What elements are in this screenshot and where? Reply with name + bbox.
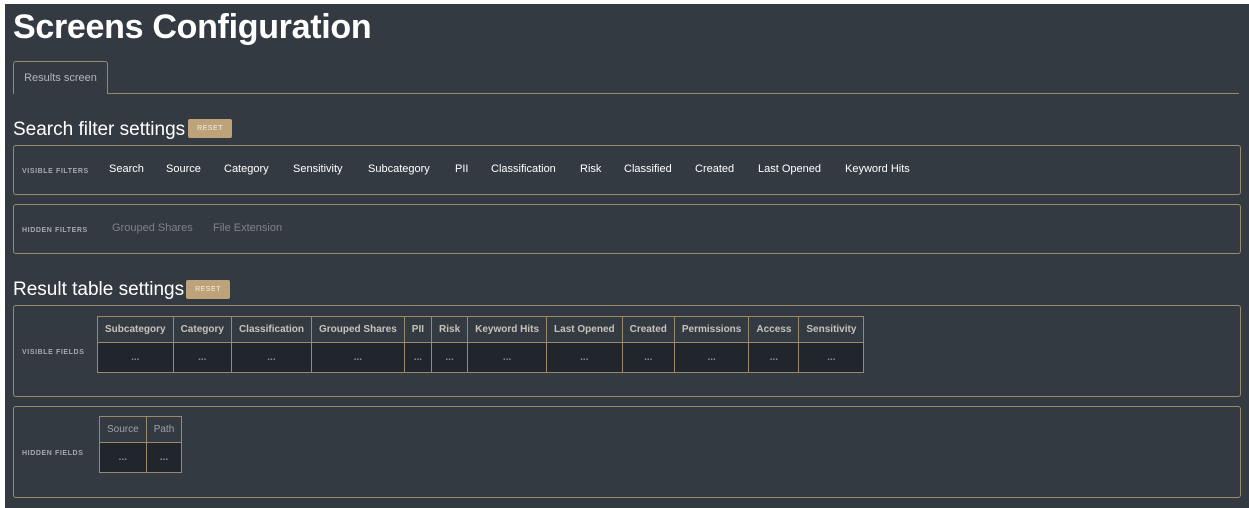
- preview-cell: ...: [748, 342, 800, 373]
- filter-classified[interactable]: Classified: [624, 163, 672, 175]
- visible-fields-preview-row: ... ... ... ... ... ... ... ... ... ... …: [97, 342, 865, 373]
- preview-cell: ...: [546, 342, 623, 373]
- tab-results-screen[interactable]: Results screen: [13, 61, 108, 95]
- result-table-reset-button[interactable]: RESET: [186, 280, 230, 299]
- filter-grouped-shares[interactable]: Grouped Shares: [112, 222, 193, 234]
- filter-sensitivity[interactable]: Sensitivity: [293, 163, 343, 175]
- filter-last-opened[interactable]: Last Opened: [758, 163, 821, 175]
- filter-pii[interactable]: PII: [455, 163, 468, 175]
- filter-risk[interactable]: Risk: [580, 163, 601, 175]
- filter-category[interactable]: Category: [224, 163, 269, 175]
- visible-fields-label: VISIBLE FIELDS: [22, 349, 85, 356]
- hidden-fields-panel[interactable]: HIDDEN FIELDS Source Path ... ...: [13, 406, 1241, 498]
- visible-fields-header-row: Subcategory Category Classification Grou…: [97, 316, 865, 343]
- preview-cell: ...: [172, 342, 232, 373]
- preview-cell: ...: [310, 342, 405, 373]
- filter-search[interactable]: Search: [109, 163, 144, 175]
- filter-keyword-hits[interactable]: Keyword Hits: [845, 163, 910, 175]
- field-pii[interactable]: PII: [403, 316, 433, 343]
- hidden-fields-label: HIDDEN FIELDS: [22, 450, 84, 457]
- hidden-fields-table: Source Path ... ...: [99, 416, 183, 473]
- preview-cell: ...: [467, 342, 548, 373]
- field-risk[interactable]: Risk: [431, 316, 469, 343]
- tab-bar: Results screen: [13, 61, 1239, 95]
- field-subcategory[interactable]: Subcategory: [97, 316, 174, 343]
- preview-cell: ...: [798, 342, 865, 373]
- field-keyword-hits[interactable]: Keyword Hits: [467, 316, 548, 343]
- field-category[interactable]: Category: [172, 316, 232, 343]
- result-table-settings-title: Result table settings: [13, 279, 185, 300]
- filter-source[interactable]: Source: [166, 163, 201, 175]
- preview-cell: ...: [673, 342, 750, 373]
- preview-cell: ...: [145, 442, 183, 473]
- field-permissions[interactable]: Permissions: [673, 316, 750, 343]
- filter-created[interactable]: Created: [695, 163, 734, 175]
- screens-configuration-page: Screens Configuration Results screen Sea…: [5, 4, 1249, 508]
- search-filter-reset-button[interactable]: RESET: [188, 119, 232, 138]
- visible-fields-table: Subcategory Category Classification Grou…: [97, 316, 865, 373]
- preview-cell: ...: [403, 342, 433, 373]
- filter-file-extension[interactable]: File Extension: [213, 222, 282, 234]
- preview-cell: ...: [621, 342, 675, 373]
- preview-cell: ...: [431, 342, 469, 373]
- preview-cell: ...: [97, 342, 174, 373]
- field-path[interactable]: Path: [145, 416, 183, 443]
- preview-cell: ...: [230, 342, 312, 373]
- search-filter-settings-title: Search filter settings: [13, 119, 186, 140]
- field-last-opened[interactable]: Last Opened: [546, 316, 623, 343]
- visible-filters-label: VISIBLE FILTERS: [22, 168, 89, 175]
- hidden-filters-label: HIDDEN FILTERS: [22, 227, 88, 234]
- visible-fields-panel[interactable]: VISIBLE FIELDS Subcategory Category Clas…: [13, 305, 1241, 397]
- field-source[interactable]: Source: [99, 416, 147, 443]
- preview-cell: ...: [99, 442, 147, 473]
- hidden-filters-panel[interactable]: HIDDEN FILTERS Grouped Shares File Exten…: [13, 204, 1241, 254]
- page-title: Screens Configuration: [13, 8, 372, 46]
- field-access[interactable]: Access: [748, 316, 800, 343]
- filter-classification[interactable]: Classification: [491, 163, 556, 175]
- field-sensitivity[interactable]: Sensitivity: [798, 316, 865, 343]
- filter-subcategory[interactable]: Subcategory: [368, 163, 430, 175]
- field-created[interactable]: Created: [621, 316, 675, 343]
- field-grouped-shares[interactable]: Grouped Shares: [310, 316, 405, 343]
- hidden-fields-preview-row: ... ...: [99, 442, 183, 473]
- hidden-fields-header-row: Source Path: [99, 416, 183, 443]
- visible-filters-panel[interactable]: VISIBLE FILTERS Search Source Category S…: [13, 145, 1241, 195]
- field-classification[interactable]: Classification: [230, 316, 312, 343]
